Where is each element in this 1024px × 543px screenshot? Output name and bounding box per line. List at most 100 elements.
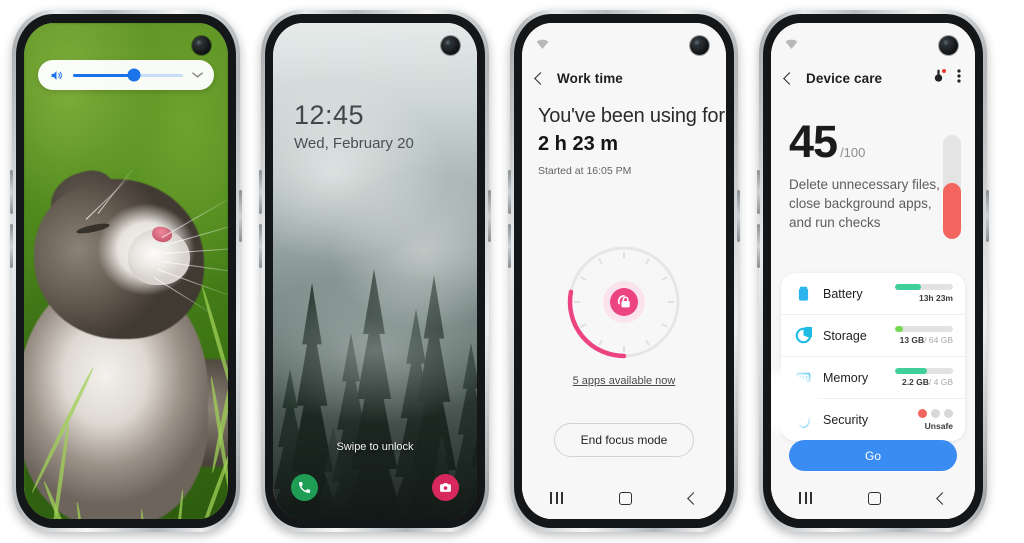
row-label: Storage xyxy=(823,328,867,343)
status-dots xyxy=(895,409,953,418)
recents-icon[interactable] xyxy=(550,492,564,504)
focus-heading: You've been using for xyxy=(538,105,725,127)
apps-available-link[interactable]: 5 apps available now xyxy=(522,375,726,387)
row-value: Unsafe xyxy=(924,421,953,431)
camera-shortcut[interactable] xyxy=(432,474,459,501)
row-label: Security xyxy=(823,413,869,427)
lockscreen-date: Wed, February 20 xyxy=(294,134,414,152)
volume-down-button[interactable] xyxy=(10,224,13,268)
phone-focus-mode: Work time You've been using for 2 h 23 m… xyxy=(508,10,740,532)
row-meter: 13 GB/ 64 GB xyxy=(895,326,953,345)
volume-down-button[interactable] xyxy=(757,224,760,268)
volume-up-button[interactable] xyxy=(259,170,262,214)
lightbulb-tip-icon[interactable] xyxy=(932,68,946,89)
back-icon[interactable] xyxy=(935,491,949,505)
volume-down-button[interactable] xyxy=(259,224,262,268)
front-camera-punch-hole xyxy=(192,36,211,55)
row-label: Battery xyxy=(823,286,863,301)
phone-shortcut[interactable] xyxy=(291,474,318,501)
phone-bezel xyxy=(16,14,236,528)
front-camera-punch-hole xyxy=(690,36,709,55)
row-meter: 2.2 GB/ 4 GB xyxy=(895,368,953,387)
volume-down-button[interactable] xyxy=(508,224,511,268)
device-care-row-storage[interactable]: Storage 13 GB/ 64 GB xyxy=(781,315,965,357)
swipe-to-unlock-hint: Swipe to unlock xyxy=(336,441,414,453)
device-care-description: Delete unnecessary files, close backgrou… xyxy=(789,177,940,231)
focus-progress-dial xyxy=(559,237,689,367)
phone-frame: Device care 45 /100 Delete unnecessary f… xyxy=(757,10,989,532)
power-button[interactable] xyxy=(239,190,242,242)
battery-icon xyxy=(795,285,812,302)
phone-screen: 12:45 Wed, February 20 Swipe to unlock xyxy=(273,23,477,519)
wallpaper-kitten xyxy=(24,23,228,519)
overflow-menu-icon[interactable] xyxy=(957,68,961,89)
progress-bar xyxy=(895,326,953,332)
score-denominator: /100 xyxy=(840,145,866,160)
row-meter: 13h 23m xyxy=(895,284,953,303)
end-focus-mode-button[interactable]: End focus mode xyxy=(554,423,694,457)
device-care-row-battery[interactable]: Battery 13h 23m xyxy=(781,273,965,315)
chevron-down-icon[interactable] xyxy=(192,71,203,79)
focus-started-at: Started at 16:05 PM xyxy=(538,165,632,177)
notification-dot xyxy=(942,68,946,73)
front-camera-punch-hole xyxy=(939,36,958,55)
app-bar: Work time xyxy=(522,61,726,95)
home-icon[interactable] xyxy=(619,491,633,505)
camera-icon xyxy=(440,483,451,492)
front-camera-punch-hole xyxy=(441,36,460,55)
phone-bezel: Work time You've been using for 2 h 23 m… xyxy=(514,14,734,528)
progress-bar xyxy=(895,284,953,290)
android-navbar xyxy=(522,477,726,519)
phone-frame xyxy=(10,10,242,532)
back-arrow-icon[interactable] xyxy=(783,71,796,85)
score-gauge xyxy=(943,135,961,239)
volume-up-button[interactable] xyxy=(10,170,13,214)
volume-slider-handle[interactable] xyxy=(127,68,140,82)
back-arrow-icon[interactable] xyxy=(534,71,547,85)
focus-duration: 2 h 23 m xyxy=(538,133,619,155)
power-button[interactable] xyxy=(986,190,989,242)
app-bar: Device care xyxy=(771,61,975,95)
score-value: 45 xyxy=(789,116,838,167)
wifi-icon xyxy=(785,39,798,49)
wifi-icon xyxy=(536,39,549,49)
row-label: Memory xyxy=(823,370,869,385)
phone-screen xyxy=(24,23,228,519)
power-button[interactable] xyxy=(488,190,491,242)
row-value: 13h 23m xyxy=(918,293,953,303)
phone-frame: 12:45 Wed, February 20 Swipe to unlock xyxy=(259,10,491,532)
phone-device-care: Device care 45 /100 Delete unnecessary f… xyxy=(757,10,989,532)
phone-screen: Device care 45 /100 Delete unnecessary f… xyxy=(771,23,975,519)
row-value: 2.2 GB/ 4 GB xyxy=(901,377,953,387)
power-button[interactable] xyxy=(737,190,740,242)
device-care-screen: Device care 45 /100 Delete unnecessary f… xyxy=(771,23,975,519)
phone-lockscreen: 12:45 Wed, February 20 Swipe to unlock xyxy=(259,10,491,532)
back-icon[interactable] xyxy=(686,491,700,505)
row-value: 13 GB/ 64 GB xyxy=(899,335,953,345)
phone-bezel: Device care 45 /100 Delete unnecessary f… xyxy=(763,14,983,528)
volume-slider[interactable] xyxy=(73,68,183,82)
volume-panel[interactable] xyxy=(38,60,214,90)
work-time-screen: Work time You've been using for 2 h 23 m… xyxy=(522,23,726,519)
phone-icon xyxy=(299,481,311,493)
phone-volume xyxy=(10,10,242,532)
home-icon[interactable] xyxy=(868,491,882,505)
android-navbar xyxy=(771,477,975,519)
row-meter: Unsafe xyxy=(895,409,953,431)
phone-screen: Work time You've been using for 2 h 23 m… xyxy=(522,23,726,519)
phone-lineup: 12:45 Wed, February 20 Swipe to unlock W… xyxy=(0,0,1024,543)
progress-bar xyxy=(895,368,953,374)
volume-up-button[interactable] xyxy=(757,170,760,214)
app-bar-title: Device care xyxy=(806,70,883,86)
volume-up-icon[interactable] xyxy=(49,69,64,82)
lockscreen-clock: 12:45 Wed, February 20 xyxy=(294,100,414,152)
volume-up-button[interactable] xyxy=(508,170,511,214)
device-care-score: 45 /100 xyxy=(789,119,865,164)
storage-pie-icon xyxy=(795,325,816,344)
app-bar-title: Work time xyxy=(557,70,623,86)
phone-frame: Work time You've been using for 2 h 23 m… xyxy=(508,10,740,532)
go-button[interactable]: Go xyxy=(789,440,957,471)
recents-icon[interactable] xyxy=(799,492,813,504)
lockscreen-time: 12:45 xyxy=(294,100,365,130)
phone-bezel: 12:45 Wed, February 20 Swipe to unlock xyxy=(265,14,485,528)
